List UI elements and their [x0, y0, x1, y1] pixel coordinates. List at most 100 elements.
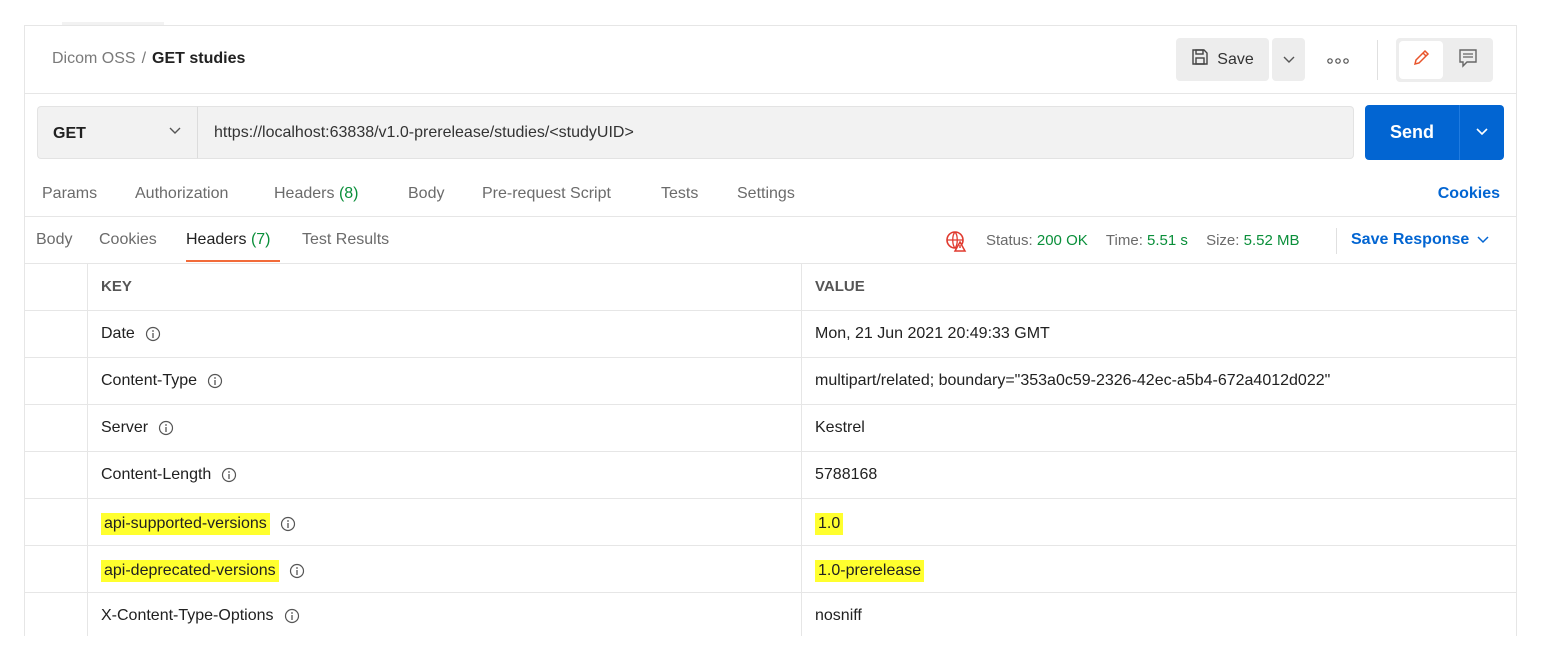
key-column-title: KEY: [101, 278, 132, 295]
info-icon[interactable]: [280, 516, 296, 532]
method-select[interactable]: GET: [37, 106, 197, 159]
request-header: Dicom OSS / GET studies Save: [25, 26, 1516, 94]
row-gutter: [25, 311, 88, 357]
chevron-down-icon: [1283, 51, 1295, 69]
time-label: Time:: [1105, 232, 1143, 249]
tab-tests[interactable]: Tests: [661, 185, 698, 203]
info-icon[interactable]: [289, 563, 305, 579]
header-value-text: 5788168: [815, 466, 878, 483]
send-options-button[interactable]: [1460, 105, 1504, 160]
header-key-text: Server: [101, 419, 149, 436]
tab-settings[interactable]: Settings: [737, 185, 795, 203]
header-value-cell[interactable]: 1.0-prerelease: [802, 546, 1516, 592]
save-options-button[interactable]: [1272, 38, 1305, 81]
breadcrumb-separator: /: [141, 50, 147, 67]
row-gutter: [25, 546, 88, 592]
save-response-label: Save Response: [1351, 231, 1470, 248]
status-value[interactable]: 200 OK: [1037, 232, 1088, 249]
info-icon[interactable]: [207, 373, 223, 389]
floppy-disk-icon: [1191, 48, 1209, 71]
tab-response-cookies[interactable]: Cookies: [99, 231, 157, 249]
header-key-cell[interactable]: Server: [88, 405, 802, 451]
header-key: api-supported-versions: [101, 513, 296, 535]
url-text: https://localhost:63838/v1.0-prerelease/…: [214, 124, 634, 141]
tab-headers[interactable]: Headers (8): [274, 185, 359, 203]
header-key-cell[interactable]: X-Content-Type-Options: [88, 593, 802, 636]
request-panel: Dicom OSS / GET studies Save GET https:/…: [24, 25, 1517, 636]
table-row: X-Content-Type-Options nosniff: [25, 593, 1516, 636]
chevron-down-icon: [1475, 124, 1489, 142]
save-button[interactable]: Save: [1176, 38, 1269, 81]
comment-mode-button[interactable]: [1446, 41, 1490, 79]
header-value: multipart/related; boundary="353a0c59-23…: [815, 372, 1330, 390]
header-value-cell[interactable]: Mon, 21 Jun 2021 20:49:33 GMT: [802, 311, 1516, 357]
row-gutter: [25, 593, 88, 636]
method-label: GET: [53, 125, 86, 142]
time-value[interactable]: 5.51 s: [1147, 232, 1188, 249]
request-tabs: Params Authorization Headers (8) Body Pr…: [25, 171, 1516, 217]
header-value-text: Kestrel: [815, 419, 865, 436]
header-value-cell[interactable]: nosniff: [802, 593, 1516, 636]
header-key-text: X-Content-Type-Options: [101, 607, 274, 624]
tab-pre-request-script[interactable]: Pre-request Script: [482, 185, 611, 203]
tab-test-results[interactable]: Test Results: [302, 231, 389, 249]
cookies-link[interactable]: Cookies: [1438, 185, 1500, 203]
header-key-cell[interactable]: Date: [88, 311, 802, 357]
header-key-text: Content-Length: [101, 466, 212, 483]
header-value-text: Mon, 21 Jun 2021 20:49:33 GMT: [815, 325, 1050, 342]
row-gutter: [25, 452, 88, 498]
header-key-cell[interactable]: Content-Length: [88, 452, 802, 498]
header-key: api-deprecated-versions: [101, 560, 305, 582]
comment-icon: [1458, 48, 1478, 73]
header-key: Server: [101, 419, 174, 437]
info-icon[interactable]: [158, 420, 174, 436]
tab-params[interactable]: Params: [42, 185, 97, 203]
response-headers-table: KEY VALUE Date Mon, 21 Jun 2021 20:49:33 …: [25, 264, 1516, 636]
edit-mode-button[interactable]: [1399, 41, 1443, 79]
pencil-icon: [1411, 48, 1431, 73]
send-button[interactable]: Send: [1365, 105, 1459, 160]
header-value: Mon, 21 Jun 2021 20:49:33 GMT: [815, 325, 1050, 343]
value-column-header: VALUE: [802, 264, 1516, 310]
header-value-cell[interactable]: 5788168: [802, 452, 1516, 498]
tab-response-body[interactable]: Body: [36, 231, 72, 249]
header-value-cell[interactable]: multipart/related; boundary="353a0c59-23…: [802, 358, 1516, 404]
info-icon[interactable]: [221, 467, 237, 483]
header-key: Content-Type: [101, 372, 223, 390]
size-value[interactable]: 5.52 MB: [1244, 232, 1300, 249]
header-key: Content-Length: [101, 466, 237, 484]
header-value: 1.0-prerelease: [815, 560, 925, 582]
header-key-cell[interactable]: api-supported-versions: [88, 499, 802, 545]
table-row: Content-Type multipart/related; boundary=…: [25, 358, 1516, 405]
header-value-cell[interactable]: 1.0: [802, 499, 1516, 545]
network-error-icon[interactable]: [945, 230, 969, 257]
header-value: nosniff: [815, 607, 862, 625]
header-key-cell[interactable]: api-deprecated-versions: [88, 546, 802, 592]
table-row: api-supported-versions 1.0: [25, 499, 1516, 546]
status-label: Status:: [986, 232, 1033, 249]
breadcrumb-request-name[interactable]: GET studies: [152, 50, 245, 67]
row-gutter: [25, 405, 88, 451]
breadcrumb-collection[interactable]: Dicom OSS: [52, 50, 136, 67]
tab-headers-count: (8): [338, 185, 359, 202]
tab-response-headers[interactable]: Headers (7): [186, 231, 271, 249]
header-key-text: api-supported-versions: [101, 513, 270, 535]
info-icon[interactable]: [284, 608, 300, 624]
key-column-header: KEY: [88, 264, 802, 310]
table-row: Server Kestrel: [25, 405, 1516, 452]
header-value-cell[interactable]: Kestrel: [802, 405, 1516, 451]
tab-authorization[interactable]: Authorization: [135, 185, 228, 203]
header-key-text: Content-Type: [101, 372, 198, 389]
header-key-text: Date: [101, 325, 135, 342]
value-column-title: VALUE: [815, 278, 865, 295]
more-actions-button[interactable]: [1321, 48, 1355, 72]
url-input[interactable]: https://localhost:63838/v1.0-prerelease/…: [197, 106, 1354, 159]
save-response-button[interactable]: Save Response: [1351, 231, 1489, 249]
active-tab-underline: [186, 260, 280, 262]
header-key-cell[interactable]: Content-Type: [88, 358, 802, 404]
info-icon[interactable]: [145, 326, 161, 342]
header-value-text: nosniff: [815, 607, 862, 624]
tab-body[interactable]: Body: [408, 185, 444, 203]
header-divider: [1377, 40, 1378, 80]
table-header-row: KEY VALUE: [25, 264, 1516, 311]
